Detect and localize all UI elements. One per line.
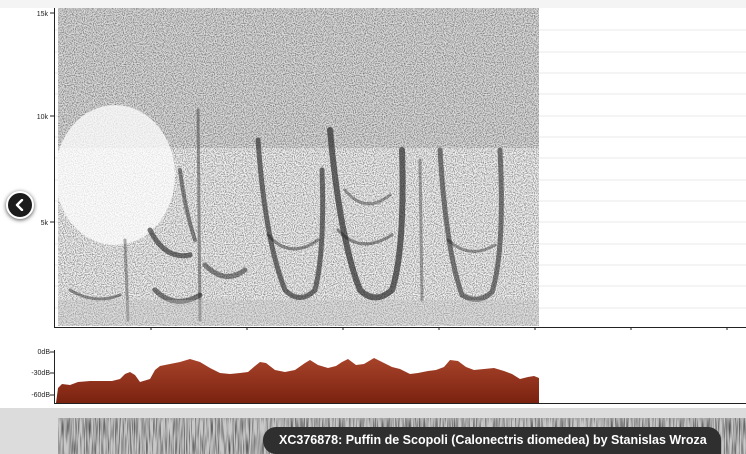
db-tick-0: 0dB (38, 349, 51, 356)
spectrogram-image (58, 8, 539, 326)
chevron-left-icon (15, 199, 24, 211)
db-tick-minus60: -60dB (31, 392, 50, 399)
spectrogram-panel: 15k 10k 5k 1s 2s 3s 4s 5s 6s 7s (0, 0, 746, 330)
previous-button[interactable] (6, 191, 34, 219)
waveform-envelope (56, 358, 539, 403)
freq-tick-5k: 5k (41, 220, 49, 227)
spectrogram-svg: 15k 10k 5k 1s 2s 3s 4s 5s 6s 7s (37, 8, 746, 330)
recording-caption: XC376878: Puffin de Scopoli (Calonectris… (263, 427, 721, 454)
freq-tick-10k: 10k (37, 114, 49, 121)
frequency-tick-labels: 15k 10k 5k (37, 11, 49, 227)
db-tick-minus30: -30dB (31, 370, 50, 377)
freq-tick-15k: 15k (37, 11, 49, 18)
waveform-panel: 0dB -30dB -60dB (31, 349, 746, 404)
